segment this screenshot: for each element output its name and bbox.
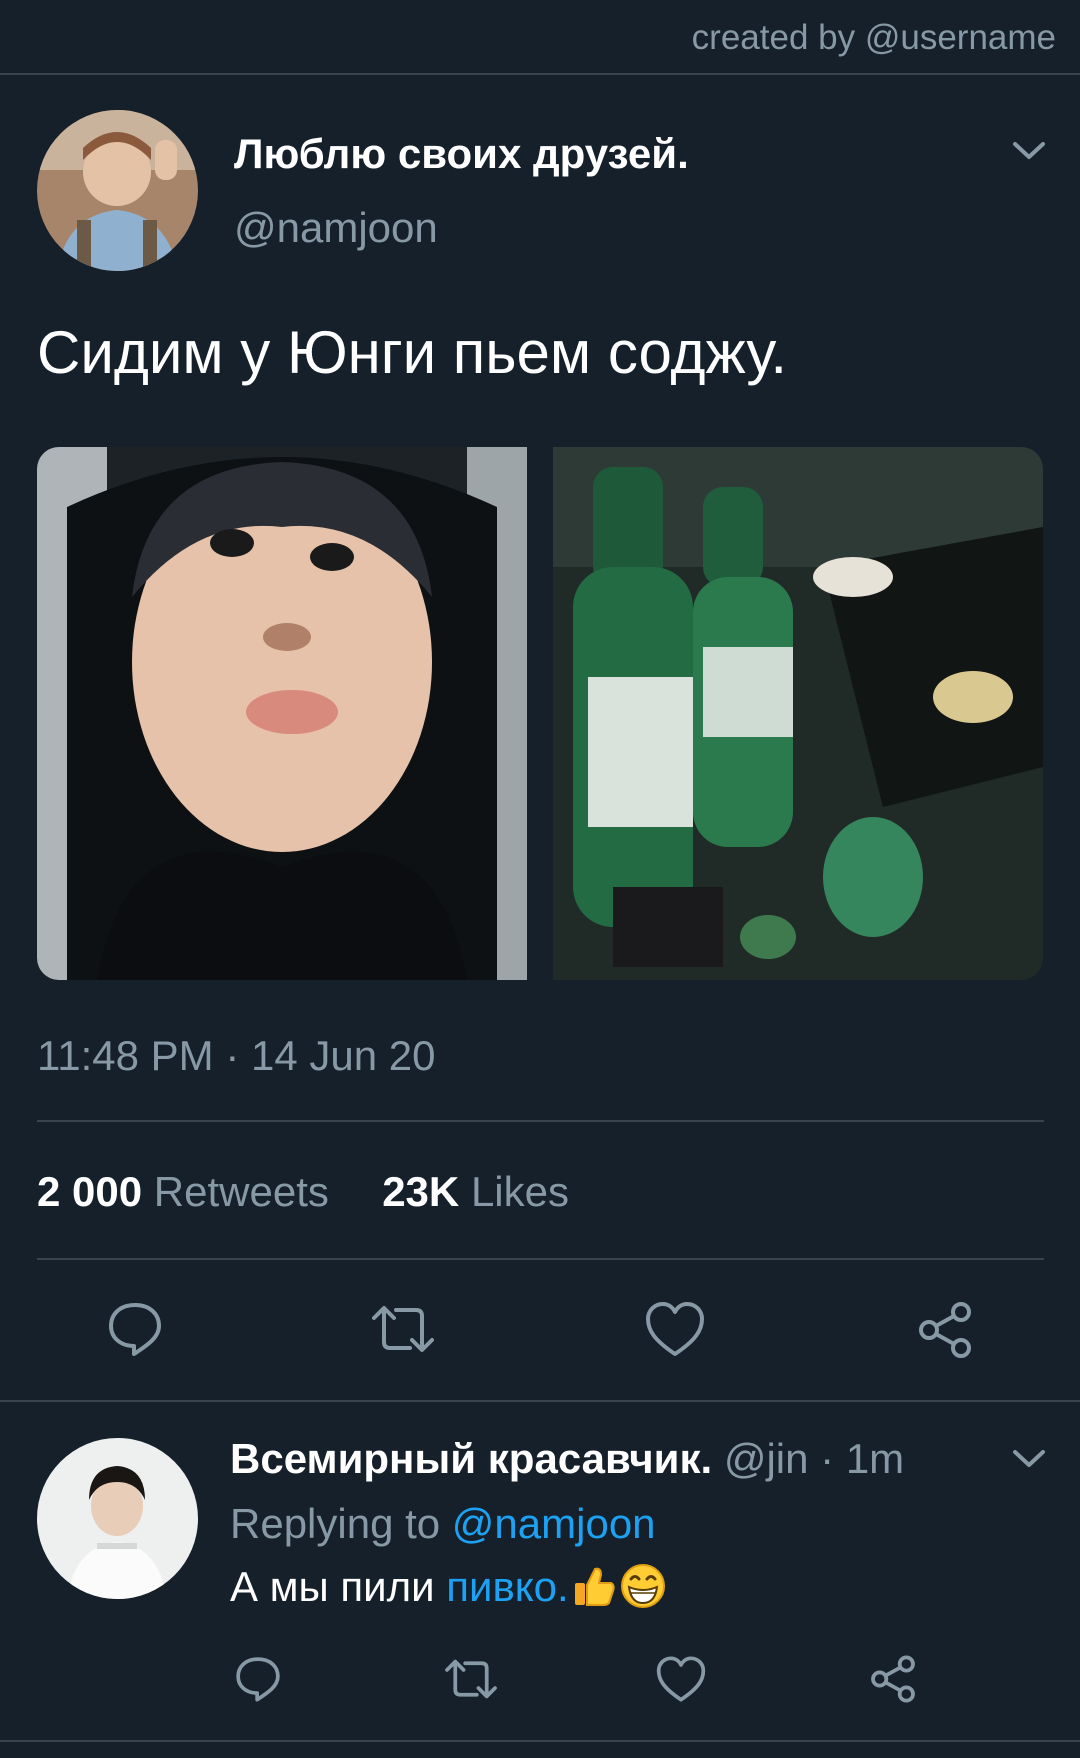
watermark: created by @username [691, 18, 1056, 57]
section-separator [0, 1740, 1080, 1742]
reply-separator-dot: · [820, 1435, 835, 1482]
tweet-text: Сидим у Юнги пьем соджу. [37, 319, 788, 386]
chevron-down-icon[interactable] [1012, 1448, 1046, 1470]
replying-to-link[interactable]: @namjoon [452, 1500, 656, 1547]
reply-handle[interactable]: @jin [724, 1435, 809, 1482]
reply-header: Всемирный красавчик. @jin · 1m [230, 1435, 904, 1483]
retweets-count[interactable]: 2 000 [37, 1168, 142, 1215]
reply-display-name[interactable]: Всемирный красавчик. [230, 1435, 712, 1482]
divider [37, 1258, 1044, 1260]
retweet-icon[interactable] [443, 1655, 499, 1703]
divider [37, 1120, 1044, 1122]
chevron-down-icon[interactable] [1012, 140, 1046, 162]
reply-text-highlight[interactable]: пивко. [446, 1563, 568, 1610]
tweet-timestamp[interactable]: 11:48 PM · 14 Jun 20 [37, 1032, 435, 1080]
replying-to: Replying to @namjoon [230, 1500, 656, 1548]
like-icon[interactable] [655, 1655, 707, 1703]
tweet-photo[interactable] [553, 447, 1043, 980]
retweet-icon[interactable] [370, 1300, 436, 1358]
reply-time[interactable]: 1m [846, 1435, 904, 1482]
likes-count[interactable]: 23K [382, 1168, 459, 1215]
reply-text-plain: А мы пили [230, 1563, 447, 1610]
thumbs-up-icon [571, 1563, 617, 1619]
reply-icon[interactable] [106, 1300, 164, 1358]
likes-label[interactable]: Likes [471, 1168, 569, 1215]
replying-to-label: Replying to [230, 1500, 441, 1547]
reply-text: А мы пили пивко. [230, 1563, 667, 1619]
grinning-face-icon [619, 1563, 667, 1619]
retweets-label[interactable]: Retweets [154, 1168, 329, 1215]
avatar[interactable] [37, 1438, 198, 1599]
user-handle[interactable]: @namjoon [234, 204, 438, 252]
display-name[interactable]: Люблю своих друзей. [234, 130, 689, 178]
avatar[interactable] [37, 110, 198, 271]
tweet-photo[interactable] [37, 447, 527, 980]
like-icon[interactable] [644, 1300, 706, 1358]
reply-icon[interactable] [234, 1655, 282, 1703]
tweet-stats: 2 000 Retweets 23K Likes [37, 1168, 569, 1216]
share-icon[interactable] [868, 1654, 918, 1704]
section-separator [0, 1400, 1080, 1402]
top-divider [0, 73, 1080, 75]
share-icon[interactable] [915, 1300, 975, 1360]
